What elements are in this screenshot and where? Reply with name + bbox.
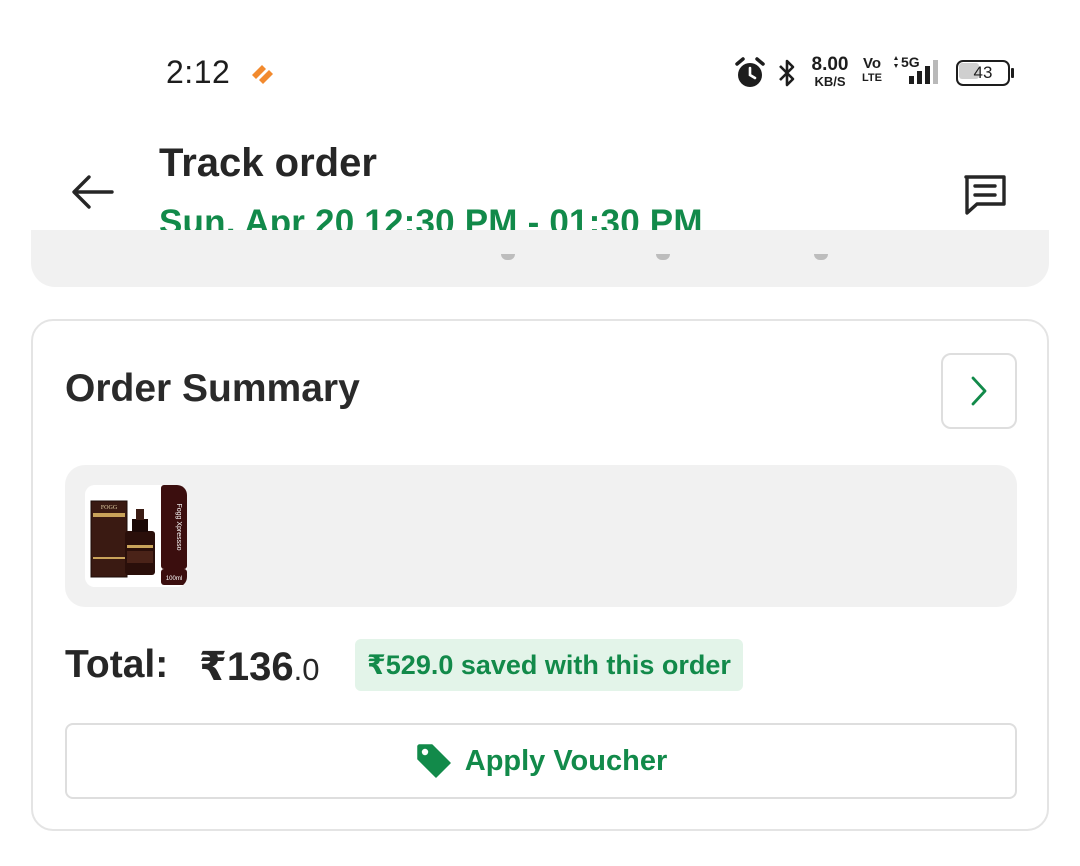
order-items-strip: FOGG Fogg Xpressso 100ml [65,465,1017,607]
volte-top: Vo [862,55,882,72]
battery-icon: 43 [956,60,1014,86]
app-notification-icon [252,65,273,84]
network-speed: 8.00 KB/S [806,55,854,88]
status-bar: 2:12 8.00 KB/S Vo LTE 5G 43 [0,40,1080,106]
total-amount: ₹136.0 [199,644,319,690]
network-speed-value: 8.00 [811,54,849,75]
product-name-text: Fogg Xpressso [175,503,182,550]
bluetooth-icon [779,59,795,87]
volte-bottom: LTE [862,72,882,84]
apply-voucher-label: Apply Voucher [464,744,668,777]
total-amount-decimal: .0 [293,652,320,687]
chat-icon [964,175,1006,215]
order-summary-title: Order Summary [65,367,360,410]
volte-indicator: Vo LTE [860,56,884,84]
product-image[interactable]: FOGG Fogg Xpressso 100ml [85,485,187,587]
chevron-right-icon [971,376,987,406]
chat-button[interactable] [956,168,1014,222]
product-brand-text: FOGG [101,505,118,511]
progress-step-dot [656,254,670,260]
alarm-icon [735,57,765,87]
network-type-label: 5G [901,54,920,70]
back-button[interactable] [66,168,120,216]
product-size-text: 100ml [166,576,182,582]
savings-badge: ₹529.0 saved with this order [355,639,743,691]
progress-step-dot [814,254,828,260]
tag-icon [417,744,451,778]
apply-voucher-button[interactable]: Apply Voucher [65,723,1017,799]
signal-icon: 5G [894,54,938,84]
order-summary-card: Order Summary FOGG Fogg Xpressso 100ml T… [31,319,1049,831]
status-time: 2:12 [166,54,231,90]
page-title: Track order [159,141,377,185]
network-speed-unit: KB/S [814,74,846,89]
battery-level: 43 [973,63,993,82]
total-amount-main: ₹136 [199,645,294,689]
arrow-left-icon [72,175,114,209]
order-progress-card [31,230,1049,287]
perfume-product-image: FOGG Fogg Xpressso 100ml [85,485,187,587]
progress-step-dot [501,254,515,260]
order-summary-expand-button[interactable] [941,353,1017,429]
total-label: Total: [65,643,169,686]
